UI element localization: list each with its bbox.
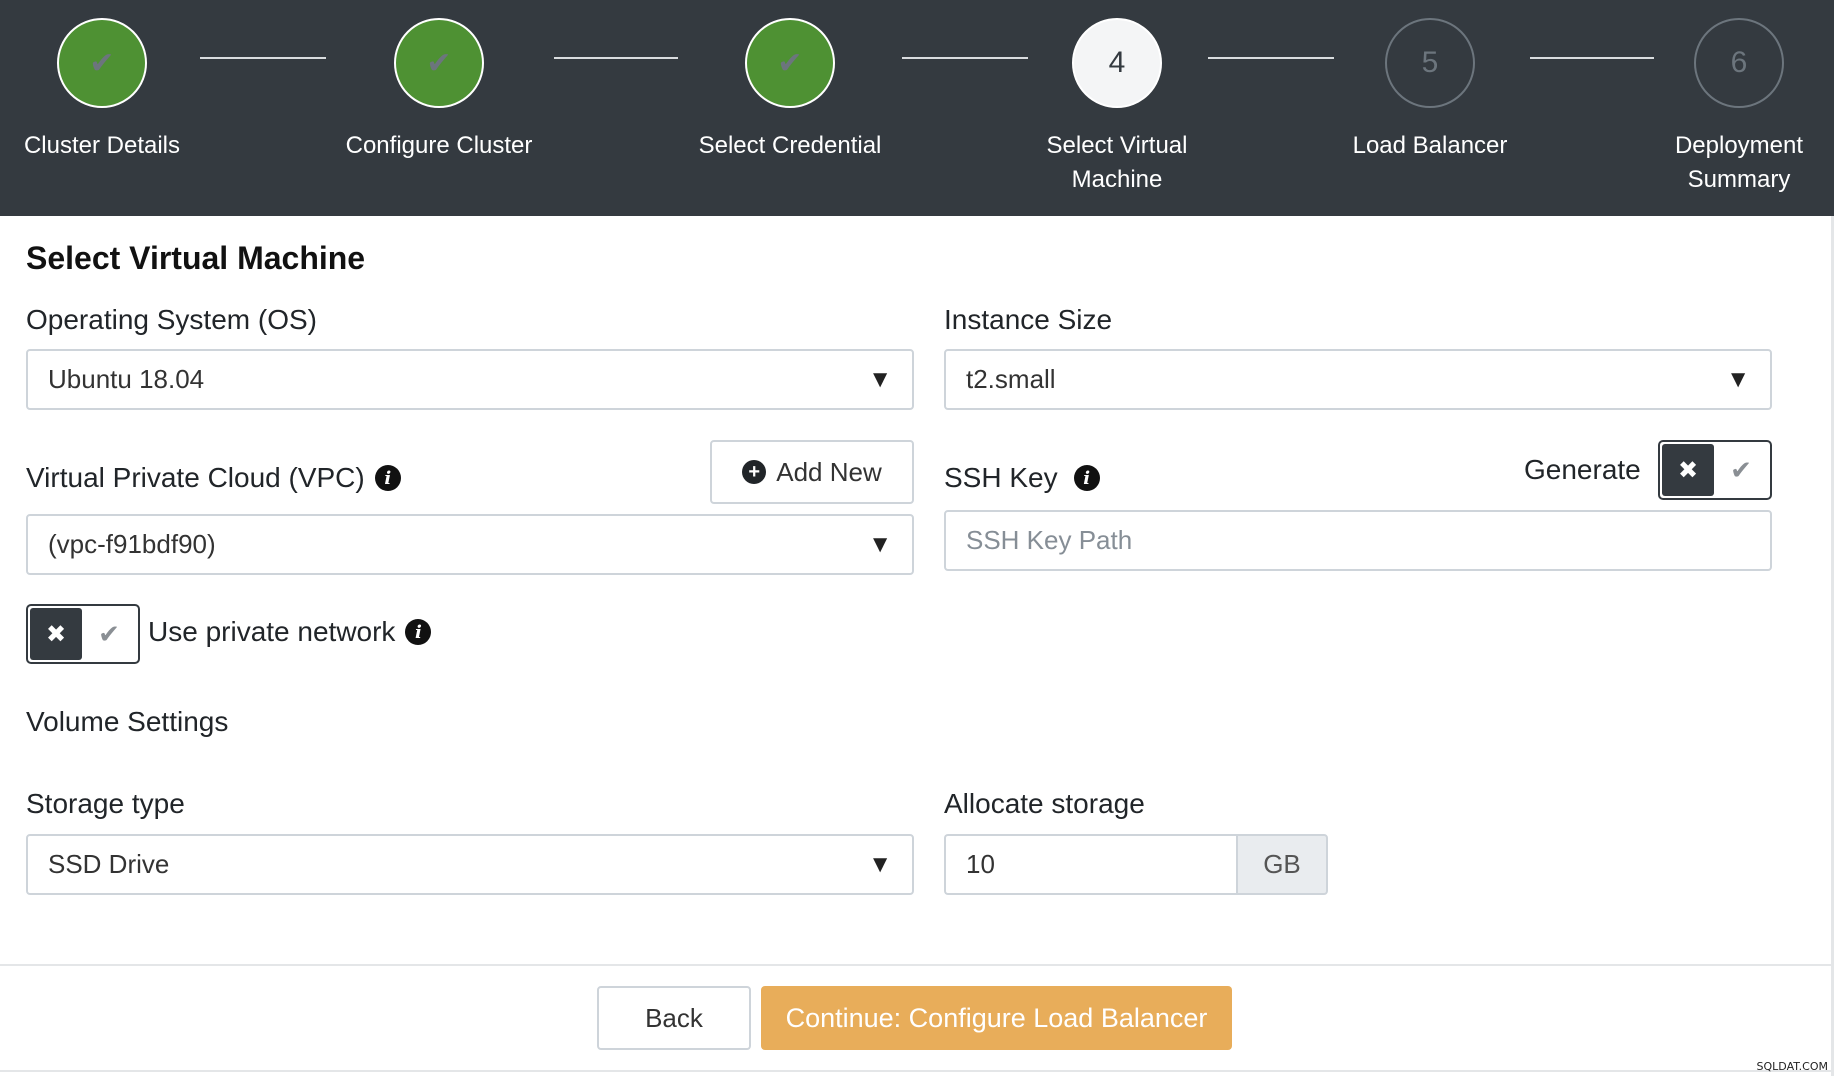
wizard-stepper: ✔ Cluster Details ✔ Configure Cluster ✔ …: [0, 0, 1834, 216]
storage-unit-addon: GB: [1236, 834, 1328, 895]
continue-button[interactable]: Continue: Configure Load Balancer: [761, 986, 1232, 1050]
step-connector: [1208, 57, 1334, 59]
generate-label: Generate: [1524, 454, 1641, 486]
add-new-label: Add New: [776, 456, 882, 487]
step-select-credential[interactable]: ✔ Select Credential: [685, 18, 895, 163]
check-icon: ✔: [745, 18, 835, 108]
vpc-select[interactable]: (vpc-f91bdf90) ▼: [26, 514, 914, 575]
check-icon: ✔: [98, 618, 120, 649]
vpc-label: Virtual Private Cloud (VPC) i: [26, 462, 401, 494]
footer-divider: [0, 964, 1831, 966]
step-load-balancer[interactable]: 5 Load Balancer: [1325, 18, 1535, 163]
private-network-label: Use private network i: [148, 616, 432, 648]
step-label: Cluster Details: [23, 132, 181, 159]
instance-size-value: t2.small: [966, 364, 1056, 394]
step-label: Select Credential: [698, 132, 882, 159]
watermark: SQLDAT.COM: [1756, 1060, 1828, 1073]
volume-settings-title: Volume Settings: [26, 706, 229, 737]
step-connector: [200, 57, 326, 59]
storage-type-select[interactable]: SSD Drive ▼: [26, 834, 914, 895]
os-select-value: Ubuntu 18.04: [48, 364, 205, 394]
ssh-key-label-text: SSH Key: [944, 462, 1058, 493]
step-cluster-details[interactable]: ✔ Cluster Details: [0, 18, 207, 163]
allocate-storage-input[interactable]: 10: [944, 834, 1236, 895]
allocate-storage-label-text: Allocate storage: [944, 788, 1145, 819]
private-network-toggle[interactable]: ✖ ✔: [26, 604, 140, 664]
allocate-storage-label: Allocate storage: [944, 788, 1145, 820]
plus-circle-icon: +: [742, 460, 767, 484]
step-label: Configure Cluster: [345, 132, 533, 159]
storage-type-label: Storage type: [26, 788, 185, 820]
os-label: Operating System (OS): [26, 304, 317, 336]
step-number: 4: [1072, 18, 1162, 108]
step-connector: [554, 57, 678, 59]
close-icon: ✖: [30, 608, 82, 660]
generate-ssh-toggle[interactable]: ✖ ✔: [1658, 440, 1772, 500]
step-label: Select Virtual Machine: [1046, 132, 1188, 193]
info-icon[interactable]: i: [374, 465, 401, 491]
close-icon: ✖: [1662, 444, 1714, 496]
step-configure-cluster[interactable]: ✔ Configure Cluster: [334, 18, 544, 163]
vpc-label-text: Virtual Private Cloud (VPC): [26, 462, 365, 493]
os-select[interactable]: Ubuntu 18.04 ▼: [26, 349, 914, 410]
caret-down-icon: ▼: [1726, 365, 1750, 393]
vpc-select-value: (vpc-f91bdf90): [48, 529, 216, 559]
page-title: Select Virtual Machine: [26, 240, 366, 276]
bottom-divider: [0, 1070, 1834, 1072]
step-number: 5: [1385, 18, 1475, 108]
instance-size-select[interactable]: t2.small ▼: [944, 349, 1772, 410]
caret-down-icon: ▼: [868, 365, 892, 393]
check-icon: ✔: [394, 18, 484, 108]
caret-down-icon: ▼: [868, 850, 892, 878]
storage-type-value: SSD Drive: [48, 849, 170, 879]
info-icon[interactable]: i: [1073, 465, 1100, 491]
info-icon[interactable]: i: [405, 619, 432, 645]
os-label-text: Operating System (OS): [26, 304, 317, 335]
allocate-storage-group: 10 GB: [944, 834, 1328, 895]
step-number: 6: [1694, 18, 1784, 108]
add-new-vpc-button[interactable]: + Add New: [710, 440, 914, 504]
ssh-key-path-placeholder: SSH Key Path: [966, 525, 1133, 555]
ssh-key-label: SSH Key i: [944, 462, 1100, 494]
step-select-virtual-machine[interactable]: 4 Select Virtual Machine: [1012, 18, 1222, 197]
generate-label-text: Generate: [1524, 454, 1641, 485]
instance-size-label-text: Instance Size: [944, 304, 1113, 335]
check-icon: ✔: [57, 18, 147, 108]
step-connector: [902, 57, 1028, 59]
storage-type-label-text: Storage type: [26, 788, 185, 819]
ssh-key-path-input[interactable]: SSH Key Path: [944, 510, 1772, 571]
step-label: Deployment Summary: [1674, 132, 1804, 193]
back-button[interactable]: Back: [597, 986, 751, 1050]
step-label: Load Balancer: [1352, 132, 1508, 159]
caret-down-icon: ▼: [868, 530, 892, 558]
private-network-label-text: Use private network: [148, 616, 396, 647]
instance-size-label: Instance Size: [944, 304, 1112, 336]
step-deployment-summary[interactable]: 6 Deployment Summary: [1634, 18, 1834, 197]
check-icon: ✔: [1730, 454, 1752, 485]
